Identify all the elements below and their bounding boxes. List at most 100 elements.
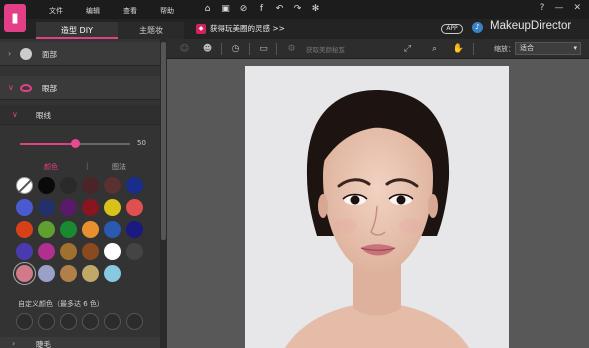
color-swatch[interactable] [82,243,99,260]
tab-style-diy[interactable]: 造型 DIY [36,22,118,39]
hand-pan-icon[interactable]: ✋ [452,43,465,55]
app-logo: ▮ [4,4,26,32]
minimize-button[interactable]: — [554,3,563,13]
title-bar: ▮ 文件 编辑 查看 帮助 ⌂ ▣ ⊘ f ↶ ↷ ✻ ? — ✕ [0,0,589,32]
custom-color-slot[interactable] [126,313,143,330]
close-button[interactable]: ✕ [573,3,581,13]
app-button[interactable]: APP [441,24,463,34]
color-swatch[interactable] [126,221,143,238]
tips-icon[interactable]: ⚙ [285,43,298,55]
color-swatch[interactable] [16,199,33,216]
tab-theme-makeup[interactable]: 主题妆 [118,22,184,39]
color-swatch[interactable] [104,221,121,238]
color-swatch[interactable] [16,221,33,238]
color-swatch[interactable] [16,243,33,260]
color-swatch[interactable] [60,177,77,194]
subsection-eyeliner[interactable]: ∨ 眼线 [0,105,160,125]
compare-people-icon[interactable]: ☺ [178,43,191,55]
slider-handle[interactable] [71,139,80,148]
chevron-right-icon: › [8,49,12,58]
section-eye[interactable]: ∨ 眼部 [0,76,160,100]
divider [473,43,474,55]
beautycircle-icon: ◆ [196,23,206,34]
tab-color[interactable]: 颜色 [44,162,58,172]
color-swatch[interactable] [60,221,77,238]
section-face-label: 面部 [42,50,57,59]
facebook-icon[interactable]: f [256,4,267,15]
custom-color-slot[interactable] [82,313,99,330]
fit-screen-icon[interactable]: ⤢ [401,43,414,55]
save-icon[interactable]: ▣ [220,4,231,15]
color-swatch[interactable] [82,265,99,282]
color-swatch[interactable] [104,177,121,194]
color-swatch[interactable] [38,199,55,216]
zoom-select[interactable]: 适合 ▾ [515,42,581,55]
history-icon[interactable]: ◷ [229,43,242,55]
color-swatch[interactable] [38,243,55,260]
tips-hint[interactable]: 获取美颜秘笈 [306,44,345,54]
quick-toolbar: ⌂ ▣ ⊘ f ↶ ↷ ✻ [202,4,321,15]
color-swatch[interactable] [126,243,143,260]
photo-canvas[interactable] [167,59,589,348]
brand-name: MakeupDirector [490,20,572,32]
color-swatch[interactable] [82,199,99,216]
window-controls: ? — ✕ [540,3,581,13]
portrait-illustration [245,66,509,348]
settings-icon[interactable]: ✻ [310,4,321,15]
promo-link[interactable]: ◆ 获得玩美圈的灵感 >> [196,23,285,34]
menu-view[interactable]: 查看 [123,6,160,16]
custom-color-slot[interactable] [60,313,77,330]
no-color-swatch[interactable] [16,177,33,194]
divider [221,43,222,55]
panel-scrollbar[interactable] [160,39,167,348]
color-swatch[interactable] [104,265,121,282]
scrollbar-thumb[interactable] [161,42,166,240]
custom-color-slot[interactable] [16,313,33,330]
color-swatch[interactable] [60,199,77,216]
color-swatch[interactable] [60,265,77,282]
tab-pattern[interactable]: 图法 [112,162,126,172]
slider-value: 50 [137,139,146,147]
portrait-photo [245,66,509,348]
face-icon [20,48,32,60]
face-outline-icon[interactable]: ☻ [201,43,214,55]
section-eye-label: 眼部 [42,84,57,93]
color-swatch[interactable] [60,243,77,260]
left-panel: › 面部 ∨ 眼部 ∨ 眼线 50 颜色 | 图法 自定义颜色（最多达 6 色）… [0,39,167,348]
eyeliner-label: 眼线 [36,111,51,120]
color-swatch[interactable] [104,199,121,216]
eye-icon [20,84,32,92]
canvas-toolbar: ☺ ☻ ◷ ▭ ⚙ 获取美颜秘笈 ⤢ ⌕ ✋ 缩放： 适合 ▾ [167,39,589,59]
chevron-down-icon: ∨ [12,110,18,119]
before-after-icon[interactable]: ▭ [257,43,270,55]
magnifier-icon[interactable]: ⌕ [428,43,441,55]
home-icon[interactable]: ⌂ [202,4,213,15]
custom-color-slot[interactable] [38,313,55,330]
tab-divider: | [86,162,89,170]
menu-edit[interactable]: 编辑 [86,6,123,16]
color-swatch[interactable] [82,221,99,238]
redo-icon[interactable]: ↷ [292,4,303,15]
notification-icon[interactable]: ♪ [472,22,483,33]
intensity-slider[interactable] [20,139,130,148]
menu-help[interactable]: 帮助 [160,6,197,16]
custom-colors-label: 自定义颜色（最多达 6 色） [18,300,104,308]
undo-icon[interactable]: ↶ [274,4,285,15]
color-swatch[interactable] [126,199,143,216]
section-face[interactable]: › 面部 [0,42,160,66]
color-swatch[interactable] [104,243,121,260]
custom-color-slot[interactable] [104,313,121,330]
chevron-down-icon: ▾ [573,44,577,52]
color-swatch[interactable] [16,265,33,282]
chevron-right-icon: › [12,339,16,348]
color-swatch[interactable] [38,177,55,194]
color-swatch[interactable] [38,221,55,238]
share-link-icon[interactable]: ⊘ [238,4,249,15]
menu-file[interactable]: 文件 [49,6,86,16]
color-swatch[interactable] [82,177,99,194]
color-swatch[interactable] [126,177,143,194]
color-swatch[interactable] [38,265,55,282]
subsection-eyelash[interactable]: › 睫毛 [0,337,160,348]
divider [249,43,250,55]
help-button[interactable]: ? [540,3,545,13]
